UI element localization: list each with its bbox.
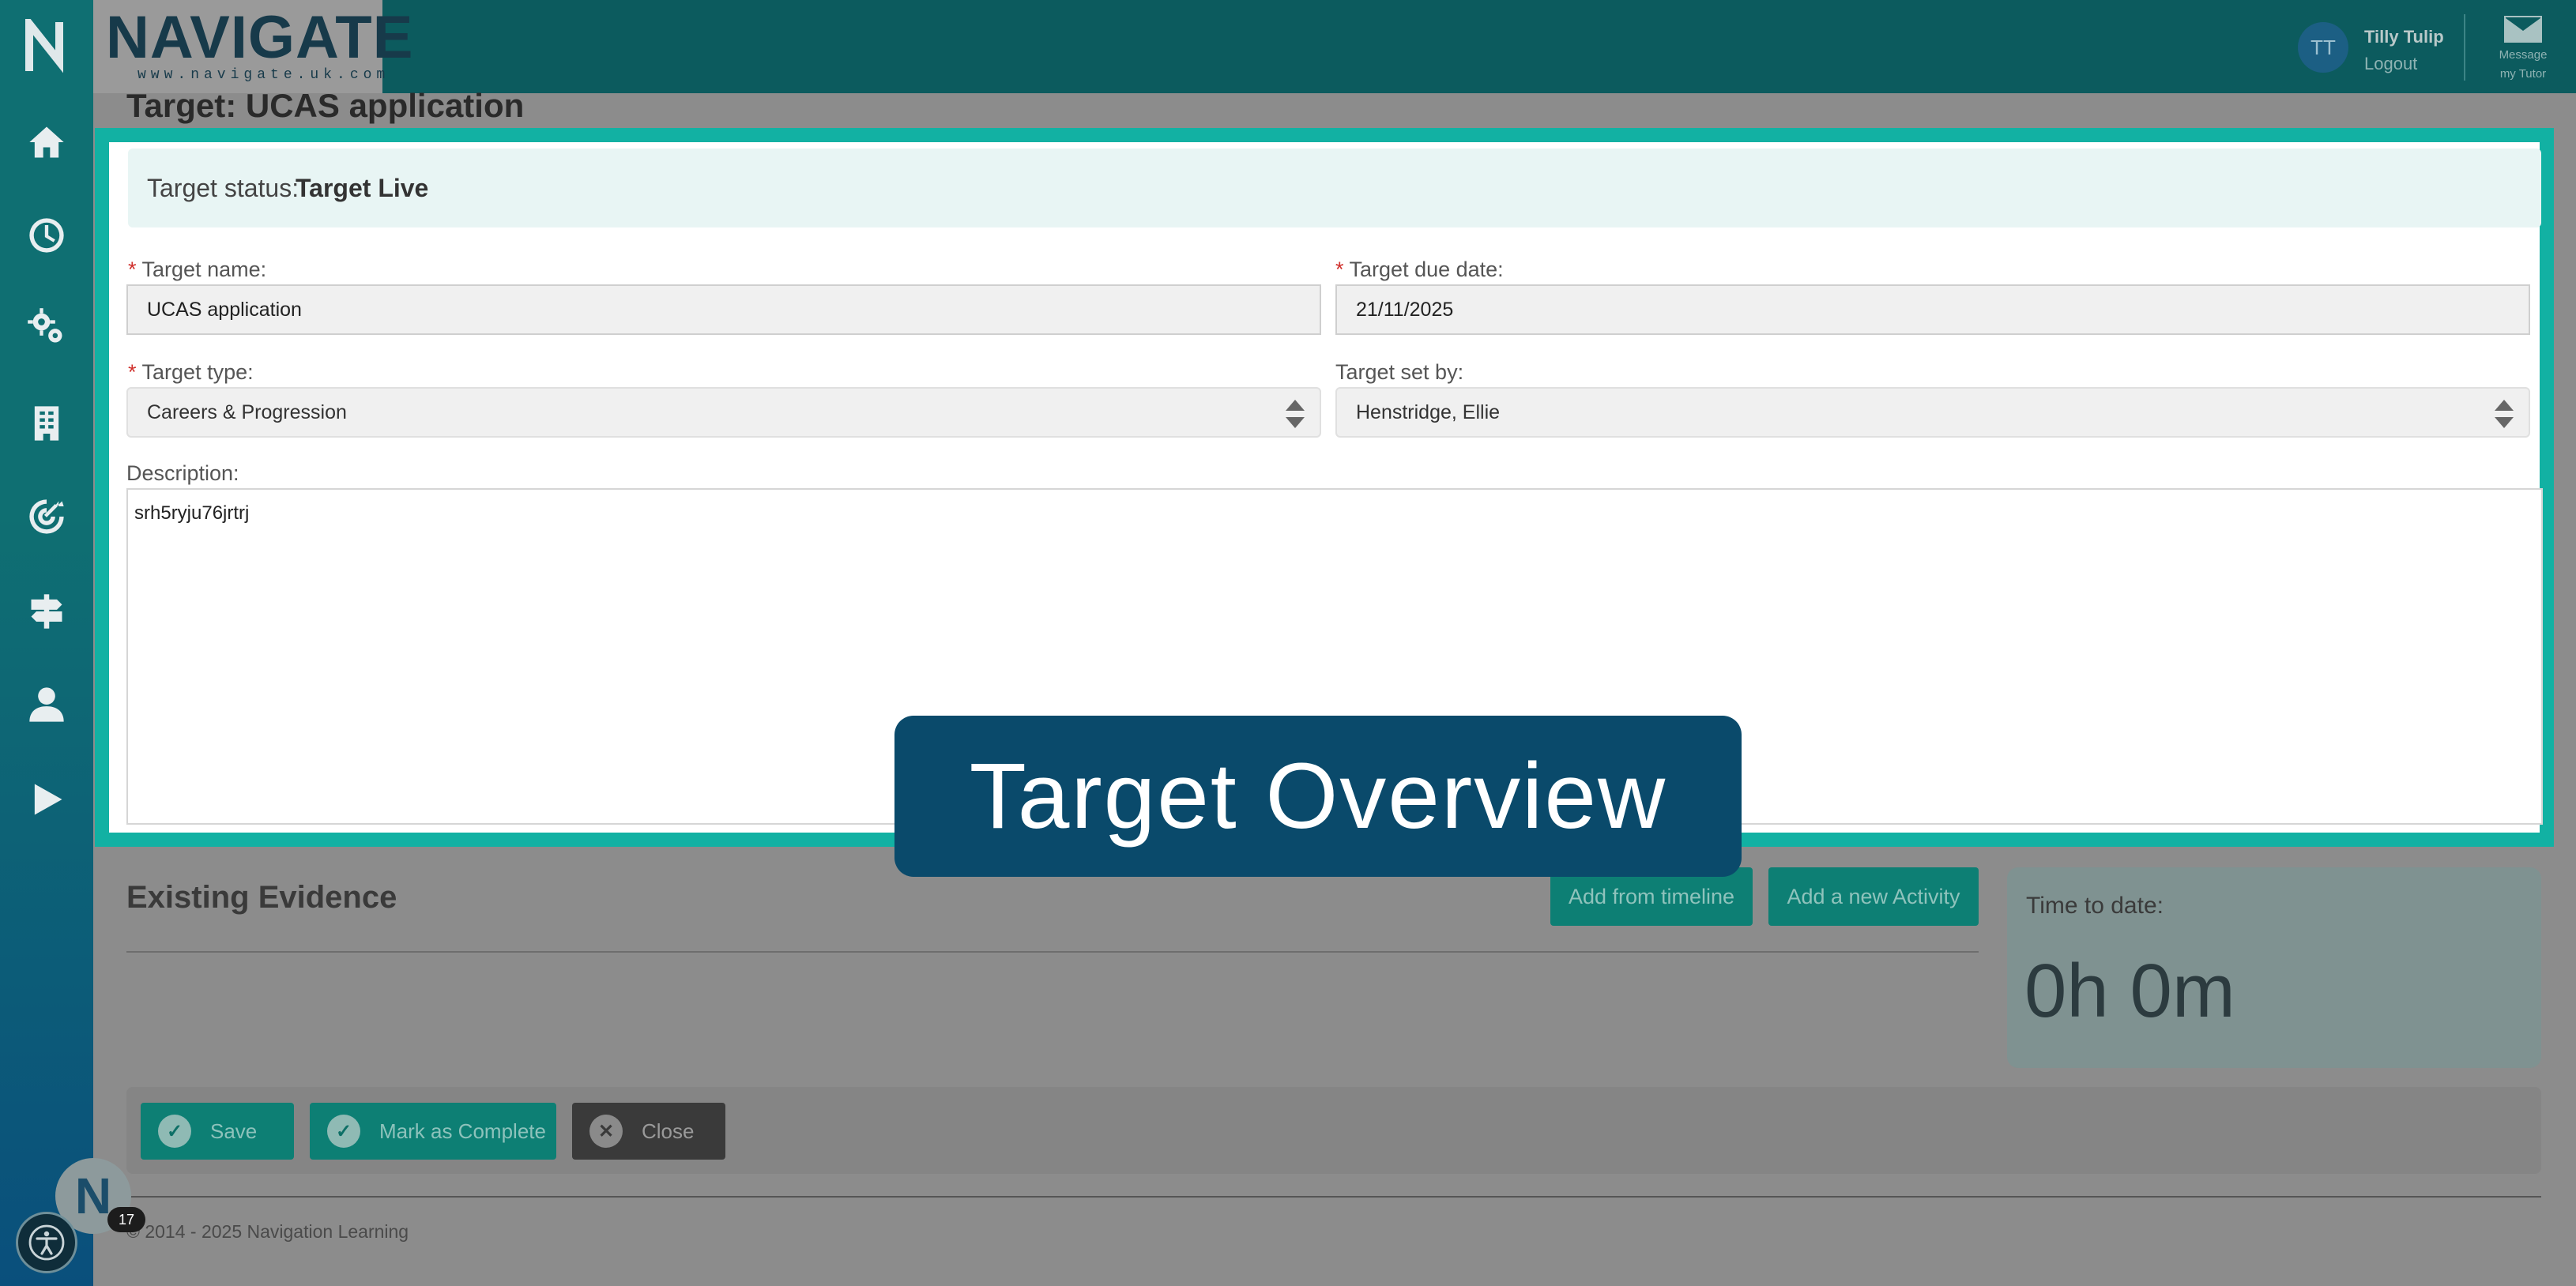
target-status-label: Target status: <box>147 174 299 202</box>
description-label: Description: <box>126 461 239 485</box>
message-tutor-line1: Message <box>2499 48 2548 62</box>
n-logo-icon <box>25 19 63 73</box>
sidebar <box>0 0 93 1286</box>
footer-copyright: © 2014 - 2025 Navigation Learning <box>126 1221 409 1242</box>
logout-link[interactable]: Logout <box>2364 54 2417 74</box>
target-status-bar <box>128 149 2541 227</box>
notification-badge: 17 <box>107 1207 145 1232</box>
mark-complete-label: Mark as Complete <box>379 1119 546 1143</box>
target-overview-overlay: Target Overview <box>894 716 1742 877</box>
required-marker: * <box>128 360 137 384</box>
user-name: Tilly Tulip <box>2364 27 2444 47</box>
required-marker: * <box>1335 258 1344 281</box>
sidebar-logo[interactable] <box>0 0 93 93</box>
avatar[interactable]: TT <box>2298 22 2348 73</box>
brand-logo[interactable]: NAVIGATE www.navigate.uk.com <box>93 0 414 93</box>
target-status-value: Target Live <box>296 174 429 202</box>
target-set-by-value: Henstridge, Ellie <box>1356 400 1501 423</box>
home-icon[interactable] <box>0 111 93 174</box>
person-icon[interactable] <box>0 673 93 736</box>
building-icon[interactable] <box>0 392 93 455</box>
target-due-date-input[interactable]: 21/11/2025 <box>1335 284 2530 335</box>
close-label: Close <box>642 1119 695 1143</box>
accessibility-icon <box>28 1224 65 1261</box>
target-set-by-select[interactable]: Henstridge, Ellie <box>1335 387 2530 438</box>
target-set-by-label: Target set by: <box>1335 360 1464 384</box>
save-label: Save <box>210 1119 258 1143</box>
required-marker: * <box>128 258 137 281</box>
target-due-date-label: * Target due date: <box>1335 258 1504 281</box>
top-header: NAVIGATE www.navigate.uk.com TT Tilly Tu… <box>93 0 2576 93</box>
brand-url: www.navigate.uk.com <box>137 67 390 83</box>
target-name-label: * Target name: <box>128 258 267 281</box>
clock-icon[interactable] <box>0 204 93 267</box>
close-button[interactable]: ✕ Close <box>572 1103 725 1160</box>
close-icon: ✕ <box>589 1115 623 1148</box>
mark-complete-button[interactable]: ✓ Mark as Complete <box>310 1103 556 1160</box>
page-title: Target: UCAS application <box>126 87 525 124</box>
accessibility-button[interactable] <box>16 1212 77 1273</box>
check-icon: ✓ <box>327 1115 360 1148</box>
envelope-icon <box>2504 16 2542 43</box>
signpost-icon[interactable] <box>0 580 93 643</box>
evidence-divider <box>126 951 1979 953</box>
target-type-select[interactable]: Careers & Progression <box>126 387 1321 438</box>
select-arrows-icon <box>1286 400 1305 428</box>
add-new-activity-button[interactable]: Add a new Activity <box>1768 867 1979 926</box>
gears-icon[interactable] <box>0 295 93 359</box>
message-tutor-line2: my Tutor <box>2499 67 2547 81</box>
target-icon[interactable] <box>0 485 93 548</box>
header-divider <box>2464 14 2465 81</box>
target-name-input[interactable]: UCAS application <box>126 284 1321 335</box>
play-icon[interactable] <box>0 768 93 831</box>
time-to-date-value: 0h 0m <box>2024 949 2235 1033</box>
check-icon: ✓ <box>158 1115 191 1148</box>
message-tutor-button[interactable]: Message my Tutor <box>2480 16 2567 84</box>
target-type-label: * Target type: <box>128 360 254 384</box>
brand-name: NAVIGATE <box>106 4 414 71</box>
footer-divider <box>126 1196 2541 1198</box>
save-button[interactable]: ✓ Save <box>141 1103 294 1160</box>
time-to-date-label: Time to date: <box>2026 893 2164 919</box>
target-type-value: Careers & Progression <box>147 400 347 423</box>
select-arrows-icon <box>2495 400 2514 428</box>
existing-evidence-title: Existing Evidence <box>126 880 397 915</box>
